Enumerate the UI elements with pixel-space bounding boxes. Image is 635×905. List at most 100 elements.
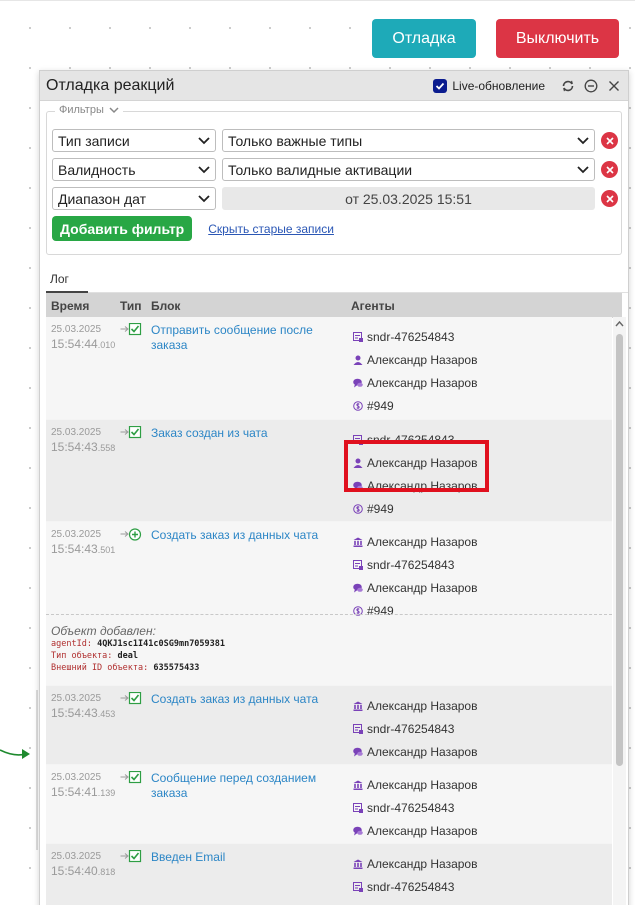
close-icon[interactable] xyxy=(606,78,622,94)
live-update-label: Live-обновление xyxy=(452,78,545,93)
tab-log[interactable]: Лог xyxy=(46,268,88,293)
turn-off-button[interactable]: Выключить xyxy=(496,19,619,58)
object-detail-line: agentId: 4QKJ1sc1I41c0SG9mn7059381 xyxy=(51,639,226,649)
agent-item[interactable]: Александр Назаров xyxy=(353,819,477,842)
sender-icon xyxy=(353,723,363,734)
filter-field-select[interactable]: Валидность xyxy=(52,158,216,181)
remove-filter-button[interactable] xyxy=(601,132,618,149)
agents-list: Александр Назаров sndr-476254843 Александр… xyxy=(353,852,477,905)
add-filter-button[interactable]: Добавить фильтр xyxy=(52,216,193,241)
agents-list: sndr-476254843 Александр Назаров Александр… xyxy=(353,325,477,417)
agent-item[interactable]: Александр Назаров xyxy=(353,576,477,599)
scroll-up-icon[interactable] xyxy=(615,320,624,327)
agent-item[interactable]: Александр Назаров xyxy=(353,530,477,553)
sender-icon xyxy=(353,881,363,892)
agent-item[interactable]: Александр Назаров xyxy=(353,773,477,796)
filter-field-select[interactable]: Диапазон дат xyxy=(52,187,216,210)
org-icon xyxy=(353,537,363,547)
sender-icon xyxy=(353,559,363,570)
chevron-down-icon xyxy=(577,165,589,173)
log-row: 25.03.2025 15:54:41.139 Сообщение перед со… xyxy=(46,765,612,844)
agent-item[interactable]: #949 xyxy=(353,497,477,520)
agent-item[interactable]: Александр Назаров xyxy=(353,852,477,875)
chat-icon xyxy=(353,747,363,757)
agents-list: Александр Назаров sndr-476254843 Александр… xyxy=(353,694,477,763)
filter-field-select[interactable]: Тип записи xyxy=(52,129,216,152)
panel-title: Отладка реакций xyxy=(46,76,175,94)
remove-filter-button[interactable] xyxy=(601,190,618,207)
debug-button[interactable]: Отладка xyxy=(372,19,476,58)
agents-list: Александр Назаров sndr-476254843 Александр… xyxy=(353,773,477,842)
minimize-icon[interactable] xyxy=(583,78,599,94)
agent-name: Александр Назаров xyxy=(367,744,478,759)
agent-name: sndr-476254843 xyxy=(367,721,455,736)
column-time: Время xyxy=(51,298,90,313)
log-list[interactable]: 25.03.2025 15:54:44.010 Отправить сообщени… xyxy=(46,317,612,905)
block-link[interactable]: Заказ создан из чата xyxy=(151,426,331,441)
close-icon xyxy=(605,136,614,145)
check-icon xyxy=(120,425,142,440)
agent-name: Александр Назаров xyxy=(367,534,478,549)
object-detail-line: Тип объекта: deal xyxy=(51,651,139,661)
scrollbar-thumb[interactable] xyxy=(616,334,623,766)
agent-item[interactable]: Александр Назаров xyxy=(353,371,477,394)
block-link[interactable]: Создать заказ из данных чата xyxy=(151,528,331,543)
agent-item[interactable]: sndr-476254843 xyxy=(353,717,477,740)
reaction-debug-panel: Отладка реакций Live-обновление Фильтры … xyxy=(39,70,629,905)
log-date: 25.03.2025 xyxy=(51,529,102,540)
agent-name: Александр Назаров xyxy=(367,375,478,390)
agent-name: Александр Назаров xyxy=(367,352,478,367)
log-date: 25.03.2025 xyxy=(51,851,102,862)
block-link[interactable]: Отправить сообщение после заказа xyxy=(151,323,331,353)
filters-toggle[interactable]: Фильтры xyxy=(55,104,123,116)
live-update-checkbox[interactable] xyxy=(433,78,448,93)
agent-item[interactable]: Александр Назаров xyxy=(353,348,477,371)
agent-name: sndr-476254843 xyxy=(367,879,455,894)
scrollbar[interactable] xyxy=(613,317,626,905)
agent-name: Александр Назаров xyxy=(367,580,478,595)
object-detail-title: Объект добавлен: xyxy=(51,624,156,638)
highlight-box xyxy=(344,440,489,492)
chevron-down-icon xyxy=(198,136,210,144)
remove-filter-button[interactable] xyxy=(601,161,618,178)
agent-item[interactable]: Александр Назаров xyxy=(353,740,477,763)
top-border xyxy=(0,0,635,1)
log-row: 25.03.2025 15:54:44.010 Отправить сообщени… xyxy=(46,317,612,420)
filter-actions: Добавить фильтр Скрыть старые записи xyxy=(52,216,621,241)
org-icon xyxy=(353,859,363,869)
filter-value-select[interactable]: Только важные типы xyxy=(222,129,595,152)
object-detail: Объект добавлен: agentId: 4QKJ1sc1I41c0SG… xyxy=(46,614,612,674)
agent-item[interactable]: #949 xyxy=(353,394,477,417)
agent-name: sndr-476254843 xyxy=(367,329,455,344)
refresh-icon[interactable] xyxy=(560,78,576,94)
deal-icon xyxy=(353,400,363,411)
log-date: 25.03.2025 xyxy=(51,427,102,438)
agent-item[interactable]: Александр Назаров xyxy=(353,694,477,717)
date-range-input[interactable]: от 25.03.2025 15:51 xyxy=(222,187,595,210)
agent-item[interactable]: sndr-476254843 xyxy=(353,875,477,898)
agent-name: Александр Назаров xyxy=(367,698,478,713)
block-link[interactable]: Сообщение перед созданием заказа xyxy=(151,771,331,801)
log-row: 25.03.2025 15:54:40.818 Введен Email Алекса… xyxy=(46,844,612,905)
block-link[interactable]: Введен Email xyxy=(151,850,331,865)
filter-row: Тип записи Только важные типы xyxy=(52,129,621,152)
log-time: 15:54:43.453 xyxy=(51,706,116,720)
filter-value-select[interactable]: Только валидные активации xyxy=(222,158,595,181)
agent-name: #949 xyxy=(367,398,394,413)
sender-icon xyxy=(353,802,363,813)
hide-old-records-link[interactable]: Скрыть старые записи xyxy=(208,222,334,236)
agent-item[interactable]: Александр Назаров xyxy=(353,898,477,905)
filter-row: Диапазон дат от 25.03.2025 15:51 xyxy=(52,187,621,210)
chevron-down-icon xyxy=(577,136,589,144)
block-link[interactable]: Создать заказ из данных чата xyxy=(151,692,331,707)
agent-item[interactable]: sndr-476254843 xyxy=(353,553,477,576)
column-type: Тип xyxy=(120,298,142,313)
agent-item[interactable]: sndr-476254843 xyxy=(353,796,477,819)
log-time: 15:54:43.558 xyxy=(51,440,116,454)
agent-item[interactable]: sndr-476254843 xyxy=(353,325,477,348)
agent-name: sndr-476254843 xyxy=(367,800,455,815)
chevron-down-icon xyxy=(198,165,210,173)
log-row: 25.03.2025 15:54:43.501 Создать заказ из д… xyxy=(46,522,612,686)
log-time: 15:54:43.501 xyxy=(51,542,116,556)
agent-name: #949 xyxy=(367,501,394,516)
